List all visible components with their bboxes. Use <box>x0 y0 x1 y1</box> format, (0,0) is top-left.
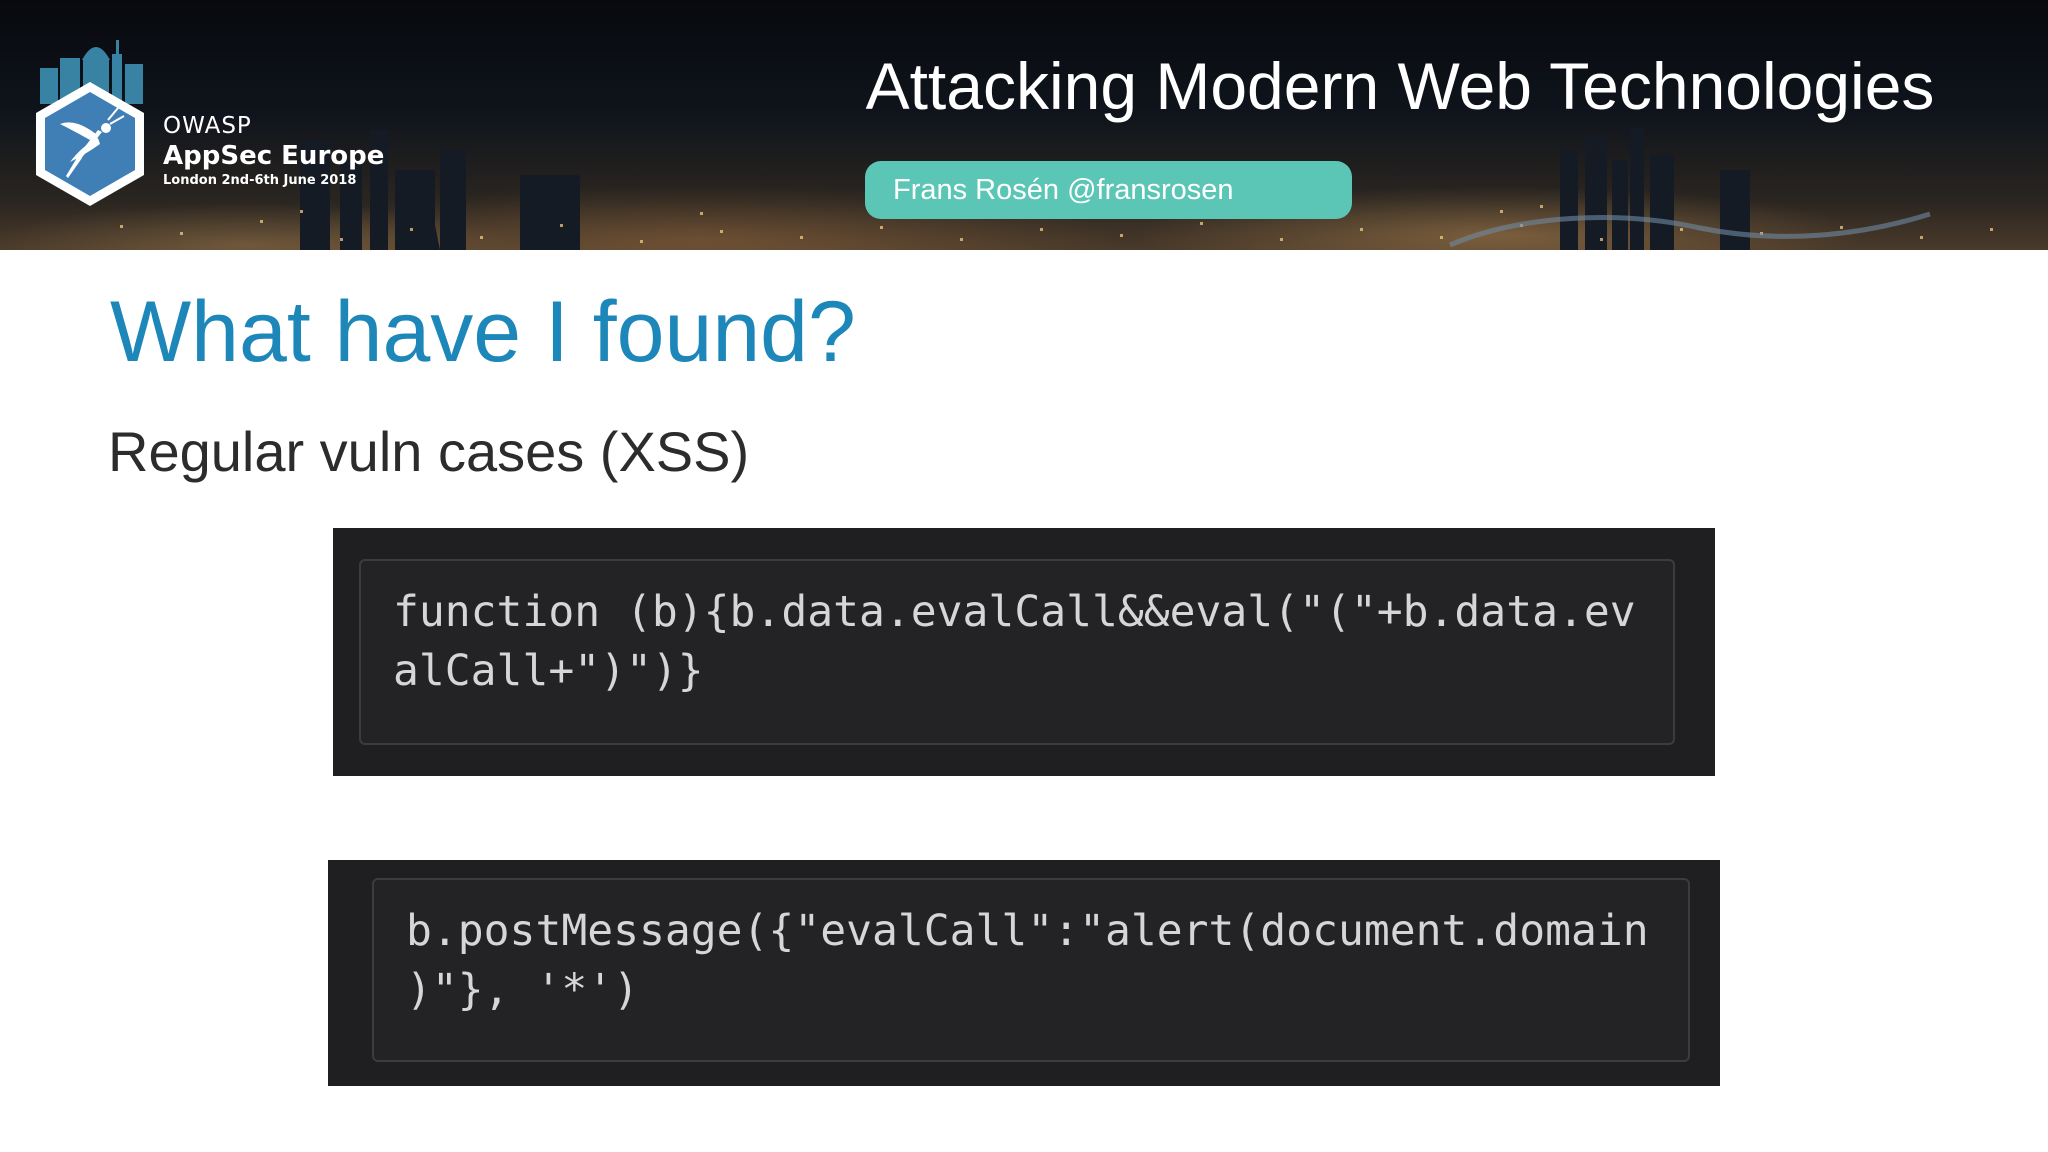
presentation-title: Attacking Modern Web Technologies <box>865 49 1935 123</box>
brand-dates: London 2nd-6th June 2018 <box>163 173 357 188</box>
owasp-wasp-logo-icon <box>36 40 144 206</box>
brand-org: OWASP <box>163 113 252 139</box>
speaker-badge: Frans Rosén @fransrosen <box>865 161 1352 219</box>
slide-subheading: Regular vuln cases (XSS) <box>108 420 750 483</box>
owasp-logo <box>20 20 160 230</box>
slide-heading: What have I found? <box>110 284 856 380</box>
code-panel-eval-handler: function (b){b.data.evalCall&&eval("("+b… <box>333 528 1715 776</box>
event-brand: OWASP AppSec Europe London 2nd-6th June … <box>163 112 384 190</box>
header-banner: OWASP AppSec Europe London 2nd-6th June … <box>0 0 2048 250</box>
code-block: b.postMessage({"evalCall":"alert(documen… <box>372 878 1690 1062</box>
code-panel-postmessage-payload: b.postMessage({"evalCall":"alert(documen… <box>328 860 1720 1086</box>
code-line: )"}, '*') <box>406 965 639 1015</box>
code-line: function (b){b.data.evalCall&&eval("("+b… <box>393 587 1636 637</box>
code-block: function (b){b.data.evalCall&&eval("("+b… <box>359 559 1675 745</box>
brand-event: AppSec Europe <box>163 141 385 171</box>
code-line: b.postMessage({"evalCall":"alert(documen… <box>406 906 1649 956</box>
code-line: alCall+")")} <box>393 646 704 696</box>
